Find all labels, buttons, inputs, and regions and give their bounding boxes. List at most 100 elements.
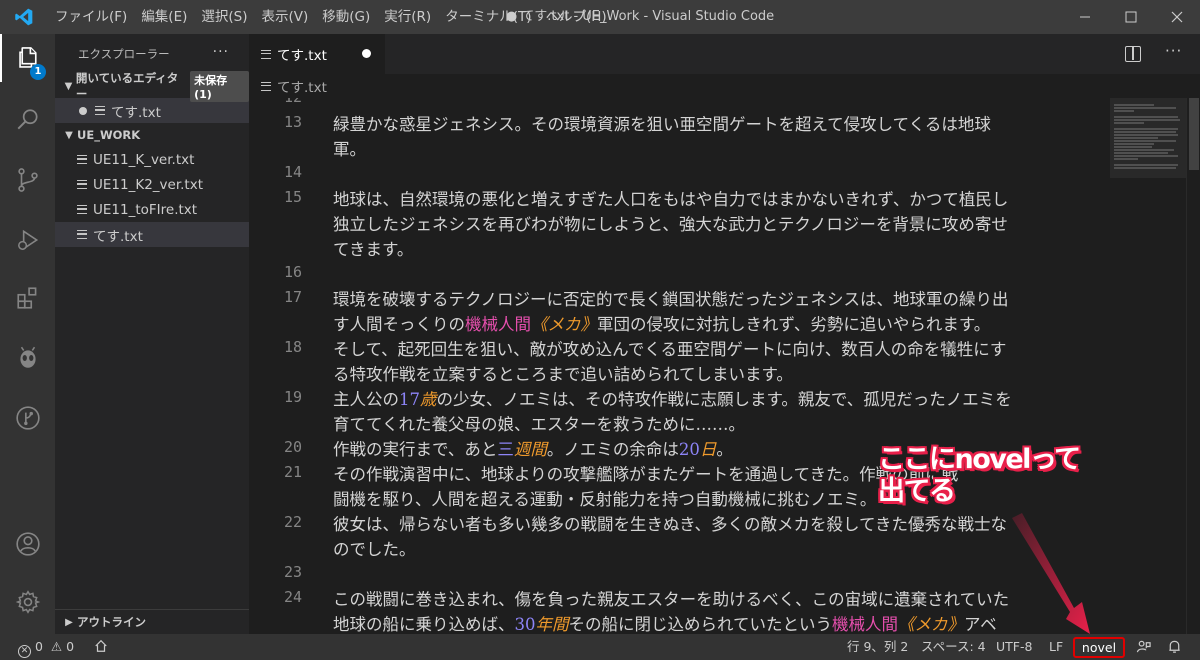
minimap-line	[1114, 155, 1178, 157]
code-line[interactable]: この戦闘に巻き込まれ、傷を負った親友エスターを助けるべく、この宙域に遺棄されてい…	[333, 586, 1093, 610]
title-bar: ファイル(F) 編集(E) 選択(S) 表示(V) 移動(G) 実行(R) ターミナル(T)…	[0, 0, 1200, 34]
code-line[interactable]: てきます。	[333, 236, 1093, 260]
code-line[interactable]: る特攻作戦を立案するところまで追い詰められてしまいます。	[333, 361, 1093, 385]
plain-text: 育ててくれた養父母の娘、エスターを救うために……。	[333, 415, 746, 434]
line-number: 12	[249, 98, 302, 106]
file-name: UE11_toFIre.txt	[93, 201, 198, 218]
plain-text: の少女、ノエミは、その特攻作戦に志願します。親友で、孤児だったノエミを	[436, 390, 1012, 409]
menu-item[interactable]: 表示(V)	[255, 0, 316, 34]
plain-text: 主人公の	[333, 390, 399, 409]
file-item[interactable]: UE11_toFIre.txt	[55, 197, 249, 222]
run-debug-icon[interactable]	[0, 216, 55, 264]
split-editor-icon[interactable]	[1125, 46, 1141, 62]
menu-item[interactable]: 移動(G)	[315, 0, 377, 34]
minimap-line	[1114, 137, 1158, 139]
code-line[interactable]: 環境を破壊するテクノロジーに否定的で長く鎖国状態だったジェネシスは、地球軍の繰り…	[333, 286, 1093, 310]
code-line[interactable]: 主人公の17歳の少女、ノエミは、その特攻作戦に志願します。親友で、孤児だったノエ…	[333, 386, 1093, 410]
minimize-icon[interactable]	[1062, 0, 1108, 34]
number-text: 20	[678, 440, 700, 459]
emphasis-text: 年間	[535, 615, 569, 634]
encoding[interactable]: UTF-8	[996, 634, 1032, 660]
unsaved-dot-icon[interactable]	[362, 49, 371, 58]
chevron-down-icon: ▼	[64, 80, 73, 92]
file-name: UE11_K2_ver.txt	[93, 176, 204, 193]
open-editors-section[interactable]: ▼ 開いているエディター 未保存 (1)	[55, 70, 249, 102]
emphasis-text: 日	[699, 440, 717, 459]
text-file-icon	[77, 155, 87, 164]
unsaved-badge: 未保存 (1)	[190, 70, 249, 102]
source-control-icon[interactable]	[0, 156, 55, 204]
maximize-icon[interactable]	[1108, 0, 1154, 34]
outline-section[interactable]: ▶ アウトライン	[55, 609, 249, 634]
plain-text: アベ	[964, 615, 997, 634]
code-line[interactable]: 軍。	[333, 136, 1093, 160]
tab-label: てす.txt	[277, 48, 327, 64]
plain-text: 独立したジェネシスを再びわが物にしようと、強大な武力とテクノロジーを背景に攻め寄…	[333, 215, 1008, 234]
breadcrumb-file: てす.txt	[277, 80, 327, 96]
plain-text: す人間そっくりの	[333, 315, 465, 334]
end-of-line[interactable]: LF	[1049, 634, 1063, 660]
chevron-down-icon: ▼	[65, 129, 73, 141]
extensions-icon[interactable]	[0, 274, 55, 322]
text-file-icon	[95, 106, 105, 115]
accounts-icon[interactable]	[0, 520, 55, 568]
menu-item[interactable]: 実行(R)	[377, 0, 438, 34]
search-icon[interactable]	[0, 96, 55, 144]
explorer-icon[interactable]: 1	[0, 34, 55, 82]
code-line[interactable]: 独立したジェネシスを再びわが物にしようと、強大な武力とテクノロジーを背景に攻め寄…	[333, 211, 1093, 235]
plain-text: 環境を破壊するテクノロジーに否定的で長く鎖国状態だったジェネシスは、地球軍の繰り…	[333, 290, 1009, 309]
open-editor-filename: てす.txt	[111, 104, 161, 121]
more-actions-icon[interactable]: ···	[213, 44, 229, 60]
git-graph-icon[interactable]	[0, 394, 55, 442]
file-item[interactable]: UE11_K_ver.txt	[55, 147, 249, 172]
line-number: 18	[283, 338, 302, 356]
indentation[interactable]: スペース: 4	[921, 634, 986, 660]
minimap-line	[1114, 122, 1144, 124]
code-line[interactable]: 育ててくれた養父母の娘、エスターを救うために……。	[333, 411, 1093, 435]
plain-text: 闘機を駆り、人間を超える運動・反射能力を持つ自動機械に挑むノエミ。	[333, 490, 877, 509]
code-line[interactable]: 緑豊かな惑星ジェネシス。その環境資源を狙い亜空間ゲートを超えて侵攻してくるは地球	[333, 111, 1093, 135]
feedback-icon[interactable]	[1136, 634, 1151, 660]
minimap-line	[1114, 104, 1154, 106]
code-line[interactable]: そして、起死回生を狙い、敵が攻め込んでくる亜空間ゲートに向け、数百人の命を犠牲に…	[333, 336, 1093, 360]
vscode-logo-icon[interactable]	[0, 0, 48, 34]
error-count: 0	[34, 639, 43, 654]
plain-text: 地球は、自然環境の悪化と増えすぎた人口をもはや自力ではまかないきれず、かつて植民…	[333, 190, 1009, 209]
code-line[interactable]: 彼女は、帰らない者も多い幾多の戦闘を生きぬき、多くの敵メカを殺してきた優秀な戦士…	[333, 511, 1093, 535]
text-file-icon	[261, 49, 271, 59]
breadcrumb[interactable]: てす.txt	[249, 74, 1200, 98]
language-mode[interactable]: novel	[1073, 637, 1125, 658]
plain-text: てきます。	[333, 240, 414, 259]
more-actions-icon[interactable]: ···	[1165, 42, 1182, 60]
text-editor[interactable]: 12 13 緑豊かな惑星ジェネシス。その環境資源を狙い亜空間ゲートを超えて侵攻してく…	[249, 98, 1109, 634]
vertical-scrollbar[interactable]	[1186, 98, 1200, 634]
code-line[interactable]: のでした。	[333, 536, 1093, 560]
close-icon[interactable]	[1154, 0, 1200, 34]
minimap[interactable]	[1110, 98, 1186, 634]
minimap-line	[1114, 143, 1154, 145]
code-line[interactable]: 地球の船に乗り込めば、30年間その船に閉じ込められていたという機械人間《メカ》ア…	[333, 611, 1093, 634]
code-line[interactable]: す人間そっくりの機械人間《メカ》軍団の侵攻に対抗しきれず、劣勢に追いやられます。	[333, 311, 1093, 335]
plain-text: 彼女は、帰らない者も多い幾多の戦闘を生きぬき、多くの敵メカを殺してきた優秀な戦士…	[333, 515, 1008, 534]
cursor-position[interactable]: 行 9、列 2	[847, 634, 908, 660]
line-number: 24	[283, 588, 302, 606]
editor-tab-active[interactable]: てす.txt	[249, 34, 385, 74]
unsaved-dot-icon[interactable]	[79, 106, 87, 115]
explorer-badge: 1	[30, 64, 46, 80]
file-item-selected[interactable]: てす.txt	[55, 222, 249, 247]
problems-indicator[interactable]: ✕ 0 ⚠ 0	[18, 634, 74, 660]
line-number: 22	[283, 513, 302, 531]
workspace-section[interactable]: ▼ UE_WORK	[55, 123, 249, 147]
bell-icon[interactable]	[1167, 634, 1182, 660]
alien-extension-icon[interactable]	[0, 334, 55, 382]
menu-item[interactable]: 選択(S)	[194, 0, 254, 34]
code-line[interactable]: 地球は、自然環境の悪化と増えすぎた人口をもはや自力ではまかないきれず、かつて植民…	[333, 186, 1093, 210]
window-title: ● てす.txt - UE_Work - Visual Studio Code	[505, 9, 775, 24]
home-icon[interactable]	[94, 634, 108, 660]
scrollbar-thumb[interactable]	[1189, 98, 1199, 170]
menu-item[interactable]: 編集(E)	[134, 0, 194, 34]
gear-icon[interactable]	[0, 578, 55, 626]
menu-item[interactable]: ファイル(F)	[48, 0, 134, 34]
file-item[interactable]: UE11_K2_ver.txt	[55, 172, 249, 197]
line-number: 13	[283, 113, 302, 131]
